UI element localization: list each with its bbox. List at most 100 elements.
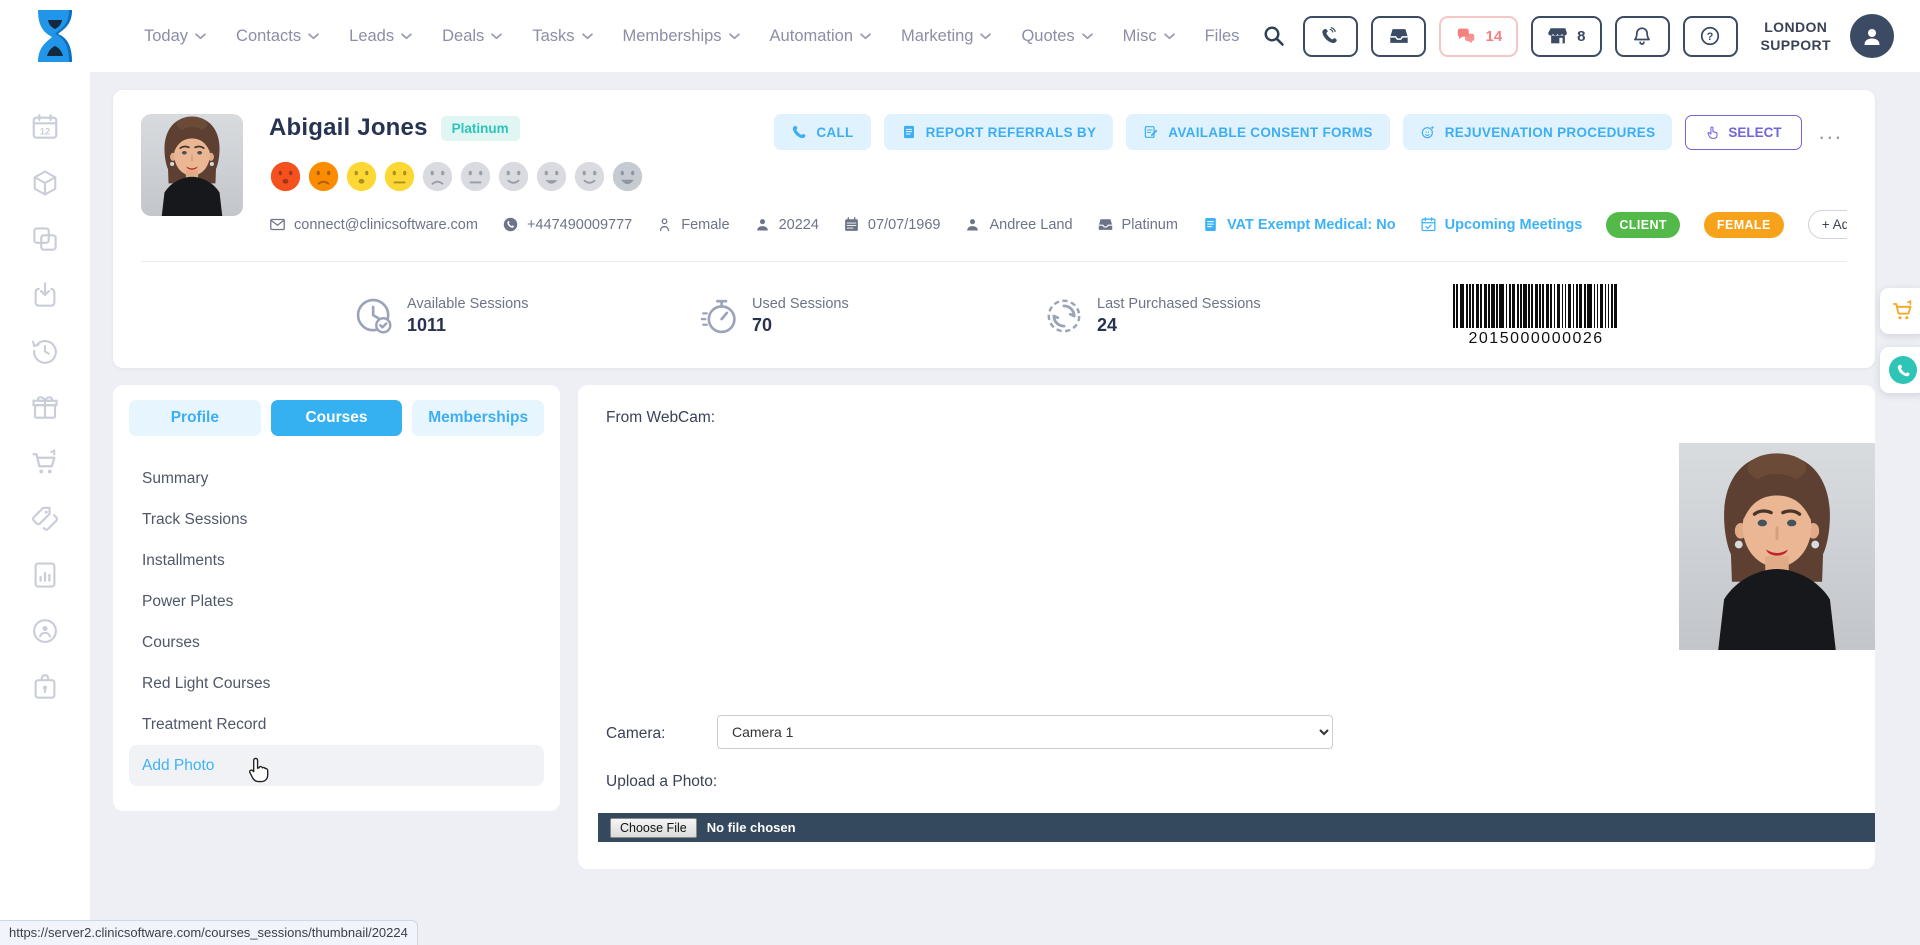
mood-face-1[interactable] [269, 160, 302, 193]
webcam-snapshot [1679, 443, 1875, 650]
report-icon [901, 124, 917, 140]
sidebar-item-cart[interactable] [30, 448, 60, 478]
select-hand-icon [1705, 125, 1720, 140]
add-label-button[interactable]: + Add Label [1808, 210, 1847, 239]
menu-item-add-photo[interactable]: Add Photo [129, 745, 544, 786]
mood-face-5[interactable] [421, 160, 454, 193]
gift-icon [30, 392, 60, 422]
user-icon [1860, 24, 1884, 48]
mood-face-4[interactable] [383, 160, 416, 193]
sidebar-item-package[interactable] [30, 168, 60, 198]
phone-circle-icon [1889, 356, 1917, 384]
snapshot-image [1679, 443, 1875, 650]
sidebar-item-calendar-12[interactable] [30, 112, 60, 142]
contact-document[interactable]: VAT Exempt Medical: No [1202, 216, 1396, 233]
nav-item-deals[interactable]: Deals [442, 27, 502, 46]
nav-item-misc[interactable]: Misc [1123, 27, 1175, 46]
floating-call-button[interactable] [1880, 347, 1920, 393]
mood-rating-row [269, 160, 1847, 193]
nav-label: Marketing [901, 27, 973, 46]
person-icon [964, 216, 981, 233]
dialer-button[interactable] [1303, 16, 1358, 57]
rejuvenation-procedures-button[interactable]: REJUVENATION PROCEDURES [1403, 114, 1673, 150]
topbar-right: 14 8 LONDON SUPPORT [1262, 14, 1894, 58]
nav-item-today[interactable]: Today [144, 27, 206, 46]
tab-profile[interactable]: Profile [129, 400, 261, 436]
inbox-icon [1097, 216, 1114, 233]
menu-item-red-light-courses[interactable]: Red Light Courses [129, 663, 544, 704]
choose-file-button[interactable]: Choose File [610, 818, 697, 838]
nav-label: Memberships [623, 27, 722, 46]
tab-courses[interactable]: Courses [271, 400, 403, 436]
cycle-icon [1043, 295, 1085, 337]
menu-item-installments[interactable]: Installments [129, 540, 544, 581]
portrait-image [141, 114, 243, 216]
store-button[interactable]: 8 [1531, 16, 1601, 57]
floating-cart-button[interactable] [1880, 288, 1920, 334]
search-icon[interactable] [1262, 24, 1286, 48]
menu-item-treatment-record[interactable]: Treatment Record [129, 704, 544, 745]
more-actions-button[interactable]: ... [1815, 119, 1847, 145]
sidebar-item-locker[interactable] [30, 672, 60, 702]
chat-bubbles-icon [1455, 25, 1477, 47]
calendar-12-icon [30, 112, 60, 142]
mood-face-2[interactable] [307, 160, 340, 193]
contact-text: +447490009777 [527, 217, 632, 233]
id-icon [754, 216, 771, 233]
sidebar-item-check-in[interactable] [30, 280, 60, 310]
nav-item-automation[interactable]: Automation [770, 27, 871, 46]
contact-email[interactable]: connect@clinicsoftware.com [269, 216, 478, 233]
camera-select[interactable]: Camera 1 [717, 715, 1333, 749]
nav-item-tasks[interactable]: Tasks [532, 27, 592, 46]
check-in-icon [30, 280, 60, 310]
nav-label: Automation [770, 27, 853, 46]
mood-face-3[interactable] [345, 160, 378, 193]
mood-face-9[interactable] [573, 160, 606, 193]
nav-label: Contacts [236, 27, 301, 46]
package-icon [30, 168, 60, 198]
tab-memberships[interactable]: Memberships [412, 400, 544, 436]
menu-item-power-plates[interactable]: Power Plates [129, 581, 544, 622]
contact-text: Upcoming Meetings [1445, 217, 1583, 233]
call-button[interactable]: CALL [774, 114, 870, 150]
nav-item-memberships[interactable]: Memberships [623, 27, 740, 46]
clinicsoftware-logo[interactable] [32, 8, 78, 64]
available-consent-forms-button[interactable]: AVAILABLE CONSENT FORMS [1126, 114, 1389, 150]
menu-item-courses[interactable]: Courses [129, 622, 544, 663]
menu-item-track-sessions[interactable]: Track Sessions [129, 499, 544, 540]
nav-item-quotes[interactable]: Quotes [1021, 27, 1092, 46]
sidebar-item-reports[interactable] [30, 560, 60, 590]
nav-item-marketing[interactable]: Marketing [901, 27, 991, 46]
chat-button[interactable]: 14 [1439, 16, 1518, 57]
client-name: Abigail Jones [269, 114, 428, 142]
sidebar-item-support[interactable] [30, 616, 60, 646]
support-icon [30, 616, 60, 646]
sidebar-item-pages[interactable] [30, 224, 60, 254]
report-referrals-by-button[interactable]: REPORT REFERRALS BY [884, 114, 1114, 150]
label-pill-female: FEMALE [1704, 212, 1784, 238]
inbox-button[interactable] [1371, 16, 1426, 57]
contact-phone[interactable]: +447490009777 [502, 216, 632, 233]
help-button[interactable] [1683, 16, 1738, 57]
select-button[interactable]: SELECT [1685, 115, 1801, 150]
webcam-panel: From WebCam: Camera: Camera 1 Upload a P… [578, 385, 1875, 869]
stat-label: Available Sessions [407, 296, 528, 312]
notifications-button[interactable] [1615, 16, 1670, 57]
contact-text: Female [681, 217, 729, 233]
nav-item-files[interactable]: Files [1205, 27, 1240, 46]
user-avatar[interactable] [1850, 14, 1894, 58]
nav-item-contacts[interactable]: Contacts [236, 27, 319, 46]
mood-face-6[interactable] [459, 160, 492, 193]
contact-calendar-check[interactable]: Upcoming Meetings [1420, 216, 1583, 233]
contact-calendar: 07/07/1969 [843, 216, 941, 233]
contact-gender: Female [656, 216, 729, 233]
sidebar-item-tags[interactable] [30, 504, 60, 534]
phone-icon [502, 216, 519, 233]
sidebar-item-gift[interactable] [30, 392, 60, 422]
sidebar-item-history[interactable] [30, 336, 60, 366]
mood-face-8[interactable] [535, 160, 568, 193]
mood-face-10[interactable] [611, 160, 644, 193]
mood-face-7[interactable] [497, 160, 530, 193]
nav-item-leads[interactable]: Leads [349, 27, 412, 46]
menu-item-summary[interactable]: Summary [129, 458, 544, 499]
